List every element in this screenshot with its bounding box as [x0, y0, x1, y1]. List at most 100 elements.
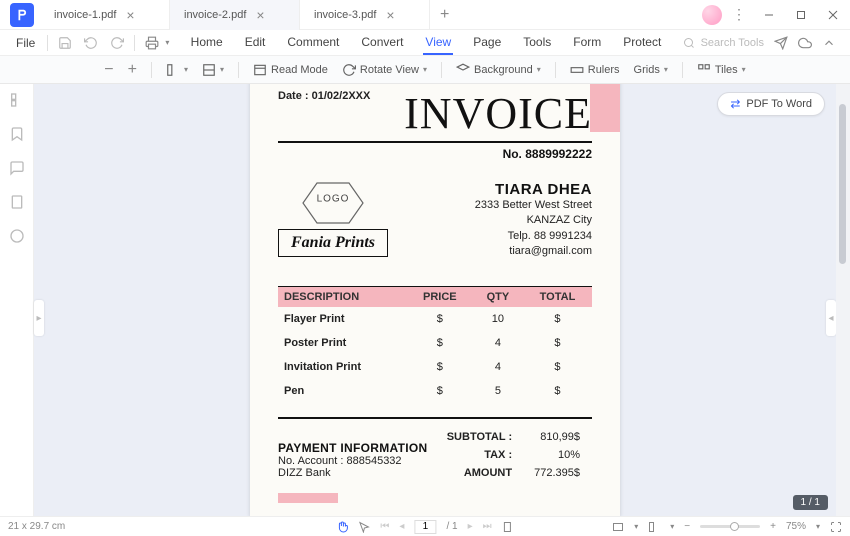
logo-hexagon: LOGO	[301, 181, 365, 217]
col-price: PRICE	[407, 286, 473, 307]
minimize-button[interactable]	[756, 2, 782, 28]
logo-text: LOGO	[317, 194, 350, 205]
fullscreen-icon[interactable]	[830, 521, 842, 533]
zoom-in-button[interactable]: +	[128, 61, 137, 79]
next-page-icon[interactable]: ▸	[468, 521, 473, 532]
table-row: Flayer Print$10$	[278, 307, 592, 331]
client-block: TIARA DHEA 2333 Better West Street KANZA…	[475, 181, 592, 260]
layout-mode-icon[interactable]	[648, 521, 660, 533]
page-number-input[interactable]	[414, 520, 436, 534]
field-icon[interactable]	[9, 228, 25, 244]
file-menu[interactable]: File	[8, 34, 43, 52]
first-page-icon[interactable]: ⏮	[380, 521, 389, 532]
invoice-page: Date : 01/02/2XXX INVOICE No. 8889992222…	[250, 84, 620, 516]
document-canvas[interactable]: Date : 01/02/2XXX INVOICE No. 8889992222…	[34, 84, 836, 516]
zoom-out-icon[interactable]: −	[684, 521, 690, 532]
client-addr1: 2333 Better West Street	[475, 198, 592, 213]
expand-right-handle[interactable]: ◂	[826, 300, 836, 336]
send-icon[interactable]	[774, 36, 788, 50]
search-tools[interactable]: Search Tools	[683, 37, 764, 49]
workspace: ▸ Date : 01/02/2XXX INVOICE No. 88899922…	[0, 84, 850, 516]
more-menu-icon[interactable]: ⋮	[728, 2, 750, 27]
zoom-out-button[interactable]: −	[104, 61, 113, 79]
comment-icon[interactable]	[9, 160, 25, 176]
bookmark-icon[interactable]	[9, 126, 25, 142]
rotate-view-dropdown[interactable]: Rotate View▾	[342, 63, 427, 77]
close-icon[interactable]: ×	[386, 8, 394, 22]
tab-view[interactable]: View	[423, 31, 453, 55]
col-desc: DESCRIPTION	[278, 286, 407, 307]
company-block: LOGO Fania Prints	[278, 181, 388, 260]
cloud-icon[interactable]	[798, 36, 812, 50]
single-page-icon[interactable]	[502, 521, 514, 533]
search-icon	[683, 37, 695, 49]
close-button[interactable]	[820, 2, 846, 28]
view-toolbar: − + ▾ ▾ Read Mode Rotate View▾ Backgroun…	[0, 56, 850, 84]
rule	[278, 141, 592, 143]
table-row: Poster Print$4$	[278, 331, 592, 355]
tab-home[interactable]: Home	[189, 31, 225, 55]
page-dimensions: 21 x 29.7 cm	[8, 521, 65, 532]
client-email: tiara@gmail.com	[475, 244, 592, 259]
save-icon[interactable]	[52, 32, 78, 54]
client-tel: Telp. 88 9991234	[475, 229, 592, 244]
col-total: TOTAL	[523, 286, 592, 307]
tab-invoice-3[interactable]: invoice-3.pdf ×	[300, 0, 430, 30]
decorative-pink-foot	[278, 493, 338, 503]
page-total: / 1	[446, 521, 457, 532]
scroll-thumb[interactable]	[839, 104, 846, 264]
undo-icon[interactable]	[78, 32, 104, 54]
tab-convert[interactable]: Convert	[359, 31, 405, 55]
close-icon[interactable]: ×	[256, 8, 264, 22]
tab-invoice-2[interactable]: invoice-2.pdf ×	[170, 0, 300, 30]
grids-button[interactable]: Grids▾	[634, 64, 668, 76]
read-mode-button[interactable]: Read Mode	[253, 63, 328, 77]
redo-icon[interactable]	[104, 32, 130, 54]
tab-comment[interactable]: Comment	[285, 31, 341, 55]
invoice-items-table: DESCRIPTION PRICE QTY TOTAL Flayer Print…	[278, 286, 592, 403]
fit-dropdown[interactable]: ▾	[202, 63, 224, 77]
col-qty: QTY	[473, 286, 523, 307]
company-name: Fania Prints	[278, 229, 388, 257]
user-avatar[interactable]	[702, 5, 722, 25]
tab-edit[interactable]: Edit	[243, 31, 268, 55]
rulers-button[interactable]: Rulers	[570, 63, 620, 77]
select-tool-icon[interactable]	[358, 521, 370, 533]
zoom-slider[interactable]	[700, 525, 760, 528]
app-icon[interactable]	[10, 3, 34, 27]
print-icon[interactable]	[139, 32, 165, 54]
document-tabs: invoice-1.pdf × invoice-2.pdf × invoice-…	[40, 0, 459, 30]
thumbnails-icon[interactable]	[9, 92, 25, 108]
tab-form[interactable]: Form	[571, 31, 603, 55]
tab-label: invoice-2.pdf	[184, 9, 246, 21]
last-page-icon[interactable]: ⏭	[483, 521, 492, 532]
tab-tools[interactable]: Tools	[521, 31, 553, 55]
tab-label: invoice-3.pdf	[314, 9, 376, 21]
add-tab-button[interactable]: +	[430, 0, 459, 30]
convert-icon: ⇄	[730, 97, 740, 111]
invoice-number: No. 8889992222	[278, 147, 592, 161]
collapse-ribbon-icon[interactable]	[822, 36, 836, 50]
search-placeholder: Search Tools	[701, 37, 764, 49]
zoom-in-icon[interactable]: +	[770, 521, 776, 532]
page-badge: 1 / 1	[793, 495, 828, 510]
zoom-thumb[interactable]	[730, 522, 739, 531]
tiles-dropdown[interactable]: Tiles▾	[697, 63, 746, 77]
tab-page[interactable]: Page	[471, 31, 503, 55]
view-mode-icon[interactable]	[612, 521, 624, 533]
tab-invoice-1[interactable]: invoice-1.pdf ×	[40, 0, 170, 30]
titlebar: invoice-1.pdf × invoice-2.pdf × invoice-…	[0, 0, 850, 30]
maximize-button[interactable]	[788, 2, 814, 28]
client-addr2: KANZAZ City	[475, 213, 592, 228]
vertical-scrollbar[interactable]	[836, 84, 850, 516]
tab-protect[interactable]: Protect	[621, 31, 663, 55]
table-row: Invitation Print$4$	[278, 355, 592, 379]
background-dropdown[interactable]: Background▾	[456, 63, 541, 77]
attachment-icon[interactable]	[9, 194, 25, 210]
close-icon[interactable]: ×	[126, 8, 134, 22]
ribbon-tabs: Home Edit Comment Convert View Page Tool…	[189, 31, 664, 55]
hand-tool-icon[interactable]	[336, 521, 348, 533]
prev-page-icon[interactable]: ◂	[399, 521, 404, 532]
page-layout-dropdown[interactable]: ▾	[166, 63, 188, 77]
pdf-to-word-button[interactable]: ⇄ PDF To Word	[717, 92, 825, 116]
